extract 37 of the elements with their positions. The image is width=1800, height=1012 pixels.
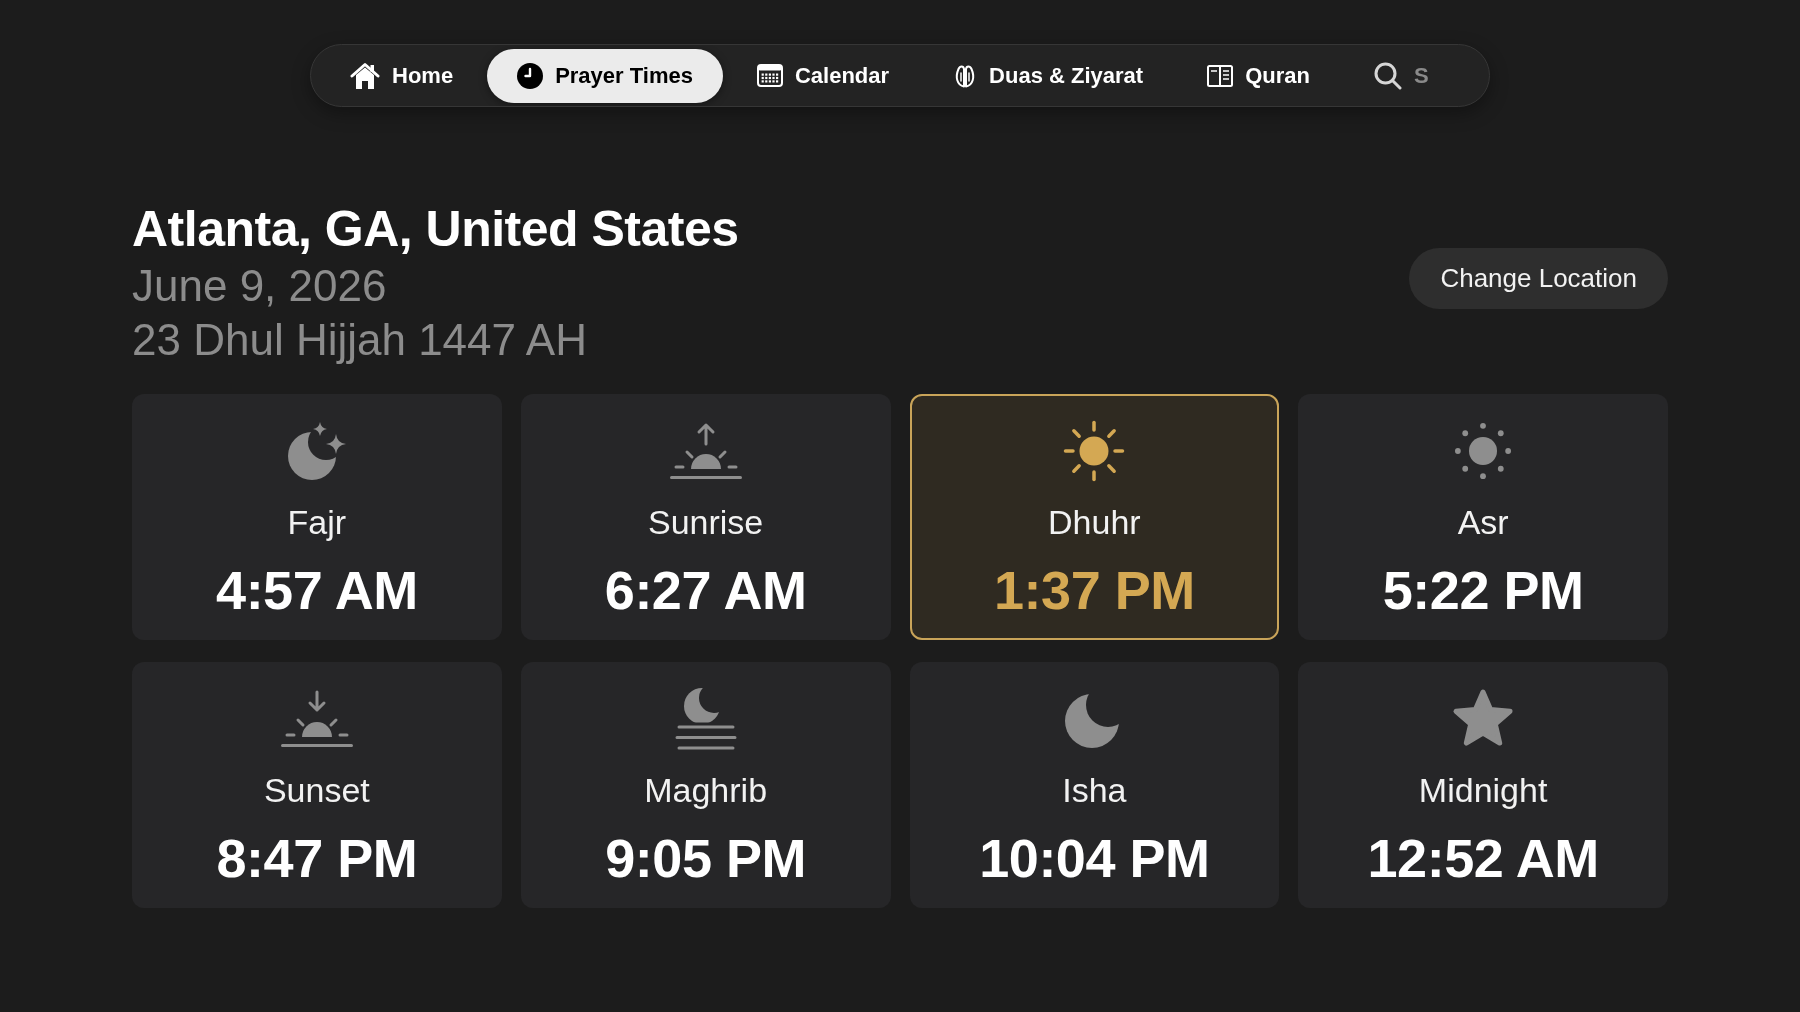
moon-stars-icon [287,422,346,480]
nav-tab[interactable]: S [1343,48,1459,103]
calendar-icon [756,64,783,87]
clock-icon [517,62,544,89]
change-location-button[interactable]: Change Location [1409,247,1668,309]
prayer-name: Dhuhr [1048,502,1141,542]
sun-icon [1063,420,1126,482]
nav-tab[interactable]: Duas & Ziyarat [923,48,1174,103]
prayer-name: Sunset [263,770,370,810]
prayer-time: 10:04 PM [979,828,1210,888]
sunset-icon [280,690,353,748]
search-icon [1373,61,1402,90]
nav-tab[interactable]: Calendar [726,48,920,103]
nav-tab[interactable]: Quran [1177,48,1340,103]
prayer-time: 5:22 PM [1382,560,1584,620]
prayer-time: 12:52 AM [1367,828,1599,888]
prayer-time: 6:27 AM [604,560,807,620]
prayer-time: 1:37 PM [994,560,1195,620]
prayer-name: Midnight [1418,770,1548,810]
home-icon [350,61,380,90]
location-title: Atlanta, GA, United States [132,201,739,257]
hijri-date: 23 Dhul Hijjah 1447 AH [132,314,588,366]
sun-icon [1454,422,1513,480]
moon-horizon-icon [673,688,738,750]
book-icon [1207,64,1234,87]
prayer-name: Asr [1457,502,1509,542]
prayer-time: 9:05 PM [605,828,806,888]
prayer-time: 8:47 PM [216,828,418,888]
prayer-name: Maghrib [644,770,768,810]
nav-tab[interactable]: Prayer Times [487,48,723,103]
prayer-name: Fajr [287,502,347,542]
nav-tab[interactable]: Home [320,48,484,103]
prayer-name: Isha [1062,770,1127,810]
prayer-time: 4:57 AM [216,560,418,620]
prayer-name: Sunrise [648,502,764,542]
sunrise-icon [669,422,742,480]
gregorian-date: June 9, 2026 [132,260,388,312]
